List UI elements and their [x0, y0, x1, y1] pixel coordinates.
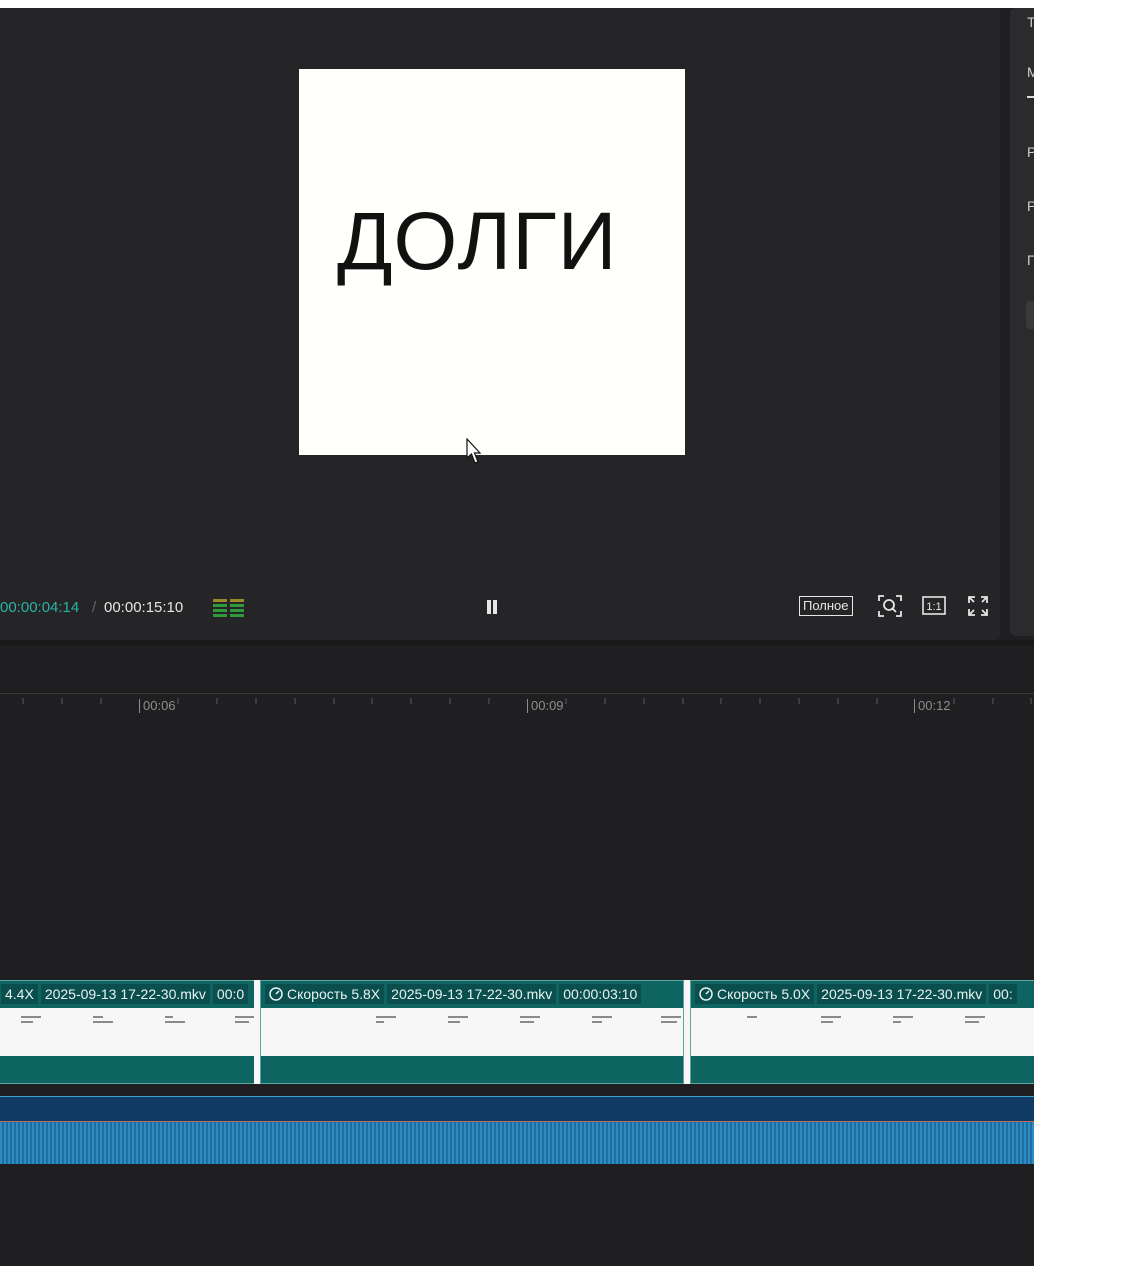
clip-speed-label: Скорость 5.0X [717, 986, 811, 1002]
timeline-ruler[interactable]: 00:06 00:09 00:12 [0, 693, 1034, 720]
video-track: 4.4X 2025-09-13 17-22-30.mkv 00:0 Скорос… [0, 980, 1034, 1084]
clip-duration: 00:00:03:10 [559, 984, 642, 1004]
clip-speed-badge: Скорость 5.8X [265, 984, 385, 1004]
preview-panel: ДОЛГИ 00:00:04:14 / 00:00:15:10 Полное 1… [0, 8, 1000, 640]
preview-canvas[interactable]: ДОЛГИ [299, 69, 685, 455]
clip-bottom-bar [261, 1057, 683, 1083]
speed-icon [269, 987, 283, 1001]
clip-bottom-bar [0, 1057, 255, 1083]
clip-filename: 2025-09-13 17-22-30.mkv [387, 984, 557, 1004]
thumbnail-frame [376, 1016, 396, 1030]
clip-thumbnails [0, 1008, 255, 1056]
timecode-separator: / [92, 599, 97, 616]
panel-label-3: Р [1027, 144, 1034, 160]
clip-duration: 00:0 [212, 984, 249, 1004]
clip-thumbnails [691, 1008, 1034, 1056]
thumbnail-frame [93, 1016, 113, 1030]
audio-waveform [0, 1121, 1034, 1164]
clip-filename: 2025-09-13 17-22-30.mkv [40, 984, 210, 1004]
clip-speed-badge: Скорость 5.0X [695, 984, 815, 1004]
panel-label-1: Т [1027, 14, 1034, 30]
thumbnail-frame [661, 1016, 681, 1030]
audio-track[interactable] [0, 1096, 1034, 1164]
clip-speed-label: 4.4X [5, 986, 34, 1002]
thumbnail-frame [747, 1016, 767, 1030]
properties-panel: Т М Р Р П [1010, 8, 1034, 636]
thumbnail-frame [235, 1016, 255, 1030]
ruler-tick-label: 00:06 [139, 699, 176, 713]
video-clip[interactable]: Скорость 5.8X 2025-09-13 17-22-30.mkv 00… [260, 980, 684, 1084]
ruler-tick-label: 00:09 [527, 699, 564, 713]
speed-icon [699, 987, 713, 1001]
audio-meter-icon[interactable] [213, 597, 245, 617]
clip-filename: 2025-09-13 17-22-30.mkv [817, 984, 987, 1004]
svg-text:1:1: 1:1 [926, 601, 941, 613]
mouse-cursor-icon [466, 438, 482, 464]
quality-selector[interactable]: Полное [799, 596, 853, 616]
actual-size-icon[interactable]: 1:1 [921, 594, 947, 618]
video-editor: ДОЛГИ 00:00:04:14 / 00:00:15:10 Полное 1… [0, 8, 1034, 1266]
canvas-title-text: ДОЛГИ [337, 196, 618, 287]
clip-speed-badge: 4.4X [1, 984, 38, 1004]
playback-controls: 00:00:04:14 / 00:00:15:10 Полное 1:1 [0, 594, 1000, 620]
thumbnail-frame [21, 1016, 41, 1030]
audio-track-header [0, 1097, 1034, 1121]
thumbnail-frame [965, 1016, 985, 1030]
panel-label-4: Р [1027, 198, 1034, 214]
clip-speed-label: Скорость 5.8X [287, 986, 381, 1002]
thumbnail-frame [448, 1016, 468, 1030]
panel-label-5: П [1027, 252, 1034, 268]
fullscreen-icon[interactable] [965, 594, 991, 618]
video-clip[interactable]: Скорость 5.0X 2025-09-13 17-22-30.mkv 00… [690, 980, 1034, 1084]
pause-button[interactable] [484, 598, 500, 616]
clip-bottom-bar [691, 1057, 1034, 1083]
panel-tab-2[interactable]: М [1027, 64, 1034, 80]
total-timecode: 00:00:15:10 [104, 599, 184, 616]
ruler-tick-label: 00:12 [914, 699, 951, 713]
video-clip[interactable]: 4.4X 2025-09-13 17-22-30.mkv 00:0 [0, 980, 256, 1084]
clip-header: 4.4X 2025-09-13 17-22-30.mkv 00:0 [0, 981, 255, 1007]
thumbnail-frame [592, 1016, 612, 1030]
clip-header: Скорость 5.8X 2025-09-13 17-22-30.mkv 00… [261, 981, 683, 1007]
active-tab-indicator [1027, 96, 1034, 98]
thumbnail-frame [165, 1016, 185, 1030]
thumbnail-frame [893, 1016, 913, 1030]
zoom-icon[interactable] [877, 594, 903, 618]
clip-header: Скорость 5.0X 2025-09-13 17-22-30.mkv 00… [691, 981, 1034, 1007]
panel-input-field[interactable] [1026, 301, 1034, 329]
panel-divider[interactable] [0, 640, 1034, 646]
current-timecode: 00:00:04:14 [0, 599, 80, 616]
clip-thumbnails [261, 1008, 683, 1056]
thumbnail-frame [821, 1016, 841, 1030]
thumbnail-frame [520, 1016, 540, 1030]
clip-duration: 00: [989, 984, 1017, 1004]
